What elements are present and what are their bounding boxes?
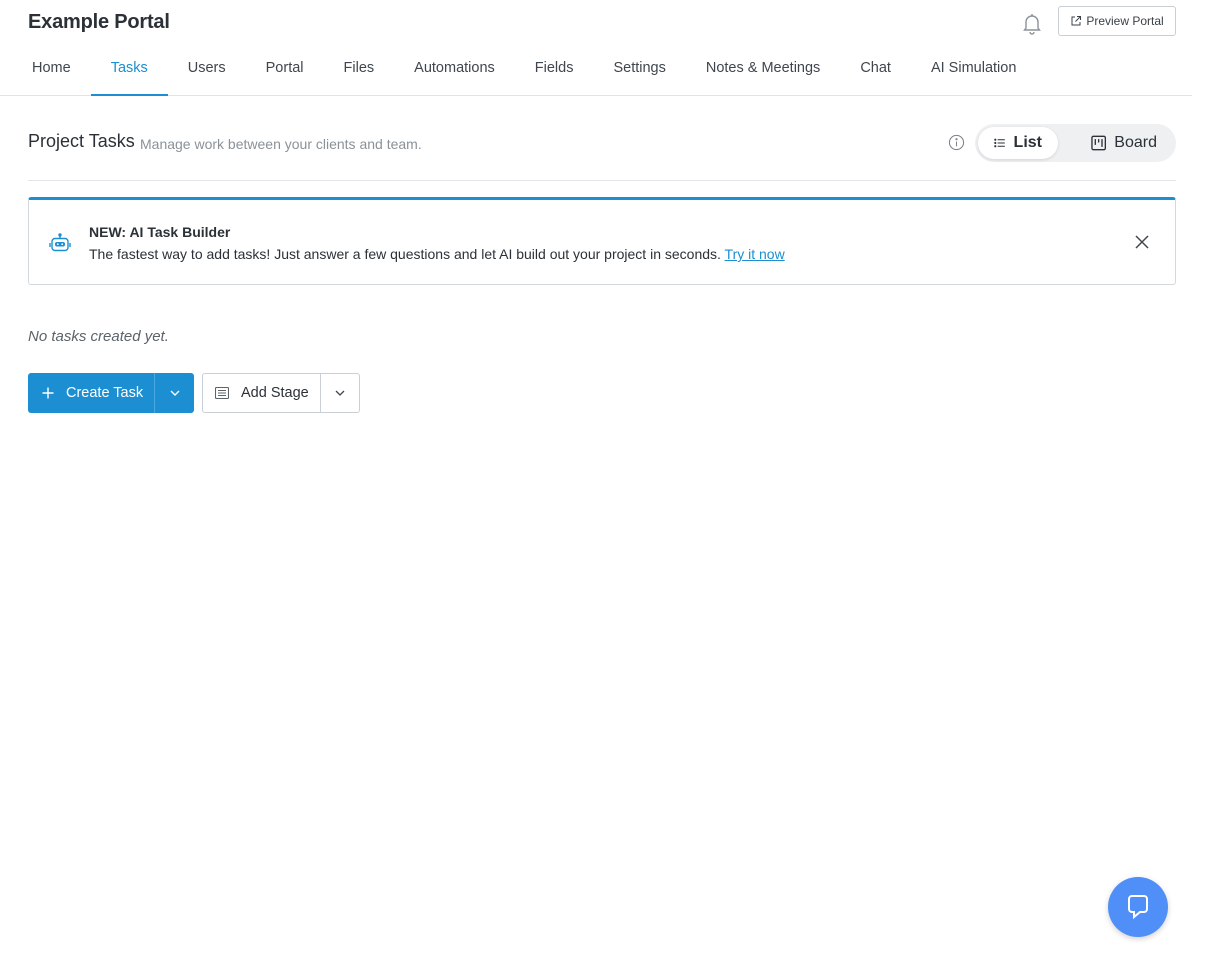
- add-stage-label: Add Stage: [241, 385, 309, 401]
- view-toggle: List Board: [975, 124, 1176, 162]
- create-task-split-button: Create Task: [28, 373, 194, 413]
- page-subtitle: Manage work between your clients and tea…: [140, 136, 422, 152]
- preview-portal-label: Preview Portal: [1086, 14, 1164, 28]
- board-view-label: Board: [1114, 134, 1157, 151]
- create-task-button[interactable]: Create Task: [28, 373, 155, 413]
- chat-support-button[interactable]: [1108, 877, 1168, 937]
- tab-home[interactable]: Home: [12, 44, 91, 95]
- chevron-down-icon: [170, 390, 179, 396]
- board-view-button[interactable]: Board: [1075, 127, 1173, 159]
- tab-chat[interactable]: Chat: [840, 44, 911, 95]
- create-task-label: Create Task: [66, 385, 144, 401]
- tab-users[interactable]: Users: [168, 44, 246, 95]
- preview-portal-button[interactable]: Preview Portal: [1058, 6, 1176, 36]
- section-divider: [28, 180, 1176, 181]
- chevron-down-icon: [335, 390, 345, 396]
- plus-icon: [42, 387, 54, 399]
- list-view-button[interactable]: List: [978, 127, 1058, 159]
- create-task-dropdown-button[interactable]: [155, 373, 194, 413]
- tab-files[interactable]: Files: [324, 44, 395, 95]
- page-title: Project Tasks: [28, 131, 135, 151]
- tab-automations[interactable]: Automations: [394, 44, 515, 95]
- tab-fields[interactable]: Fields: [515, 44, 594, 95]
- info-icon[interactable]: [948, 134, 965, 151]
- list-view-label: List: [1013, 134, 1042, 151]
- list-icon: [994, 138, 1005, 148]
- tab-settings[interactable]: Settings: [593, 44, 685, 95]
- add-stage-dropdown-button[interactable]: [321, 374, 359, 412]
- bell-icon[interactable]: [1020, 11, 1044, 35]
- banner-text-line: The fastest way to add tasks! Just answe…: [89, 246, 785, 262]
- close-icon[interactable]: [1133, 233, 1151, 251]
- top-header: Example Portal Preview Portal Home Tasks…: [0, 0, 1192, 96]
- tab-ai-simulation[interactable]: AI Simulation: [911, 44, 1036, 95]
- ai-task-builder-banner: NEW: AI Task Builder The fastest way to …: [28, 197, 1176, 285]
- add-stage-split-button: Add Stage: [202, 373, 360, 413]
- banner-title: NEW: AI Task Builder: [89, 224, 231, 240]
- banner-description: The fastest way to add tasks! Just answe…: [89, 246, 721, 262]
- chat-bubble-icon: [1128, 895, 1148, 920]
- external-link-icon: [1071, 16, 1082, 26]
- empty-state-text: No tasks created yet.: [28, 328, 169, 345]
- tab-tasks[interactable]: Tasks: [90, 44, 168, 96]
- robot-icon: [49, 233, 71, 252]
- tab-notes-meetings[interactable]: Notes & Meetings: [686, 44, 840, 95]
- app-title: Example Portal: [28, 11, 170, 33]
- tasks-page: Example Portal Preview Portal Home Tasks…: [0, 0, 1206, 975]
- try-it-now-link[interactable]: Try it now: [725, 246, 785, 262]
- add-stage-button[interactable]: Add Stage: [203, 374, 321, 412]
- nav-tabs: Home Tasks Users Portal Files Automation…: [12, 44, 1036, 96]
- tab-portal[interactable]: Portal: [246, 44, 324, 95]
- stage-icon: [215, 387, 229, 399]
- board-icon: [1091, 135, 1107, 151]
